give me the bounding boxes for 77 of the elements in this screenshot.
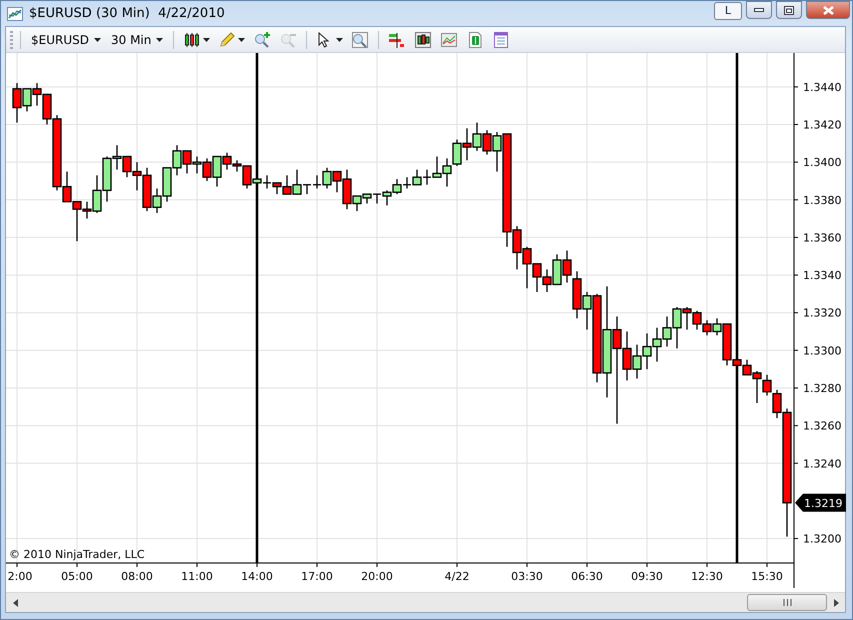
time-axis-label: 17:00: [301, 570, 333, 583]
time-axis-label: 20:00: [361, 570, 393, 583]
window-icon: [492, 30, 510, 48]
left-arrow-icon: [12, 598, 18, 606]
time-axis-label: 03:30: [511, 570, 543, 583]
candlestick-chart-icon: [414, 30, 432, 48]
time-axis-label: 2:00: [8, 570, 32, 583]
candlestick: [462, 128, 472, 160]
price-axis-label: 1.3420: [803, 118, 842, 132]
price-axis-label: 1.3300: [803, 344, 842, 358]
candlestick: [442, 158, 452, 187]
maximize-button[interactable]: [776, 1, 802, 19]
window-title: $EURUSD (30 Min) 4/22/2010: [29, 4, 225, 23]
price-axis-label: 1.3400: [803, 156, 842, 170]
candlestick: [632, 344, 642, 379]
pencil-icon: [218, 30, 236, 48]
price-axis-label: 1.3320: [803, 306, 842, 320]
maximize-icon: [784, 6, 794, 14]
time-axis-label: 14:00: [241, 570, 273, 583]
time-axis-label: 15:30: [751, 570, 783, 583]
candlestick: [192, 156, 202, 174]
candlestick: [702, 320, 712, 336]
close-icon: [822, 6, 834, 14]
candlestick: [652, 328, 662, 362]
price-axis-label: 1.3240: [803, 457, 842, 470]
candlestick: [122, 156, 132, 178]
instrument-dropdown[interactable]: $EURUSD: [28, 30, 104, 48]
price-axis-label: 1.3280: [803, 382, 842, 395]
candlestick: [392, 179, 402, 194]
caret-icon: [238, 38, 246, 42]
candlestick-icon: [183, 30, 202, 48]
candlestick: [552, 254, 562, 286]
time-axis-label: 11:00: [181, 570, 213, 583]
candlestick: [412, 170, 422, 186]
copyright-text: © 2010 NinjaTrader, LLC: [9, 548, 145, 561]
candlestick: [642, 333, 652, 370]
price-axis-label: 1.3260: [803, 420, 842, 433]
candlestick: [432, 156, 442, 178]
candlestick: [452, 140, 462, 166]
candlestick: [202, 158, 212, 181]
minimize-icon: [754, 8, 764, 12]
caret-icon: [94, 38, 101, 42]
right-arrow-icon: [834, 598, 838, 606]
price-axis-label: 1.3360: [803, 231, 842, 244]
candlestick: [172, 145, 182, 176]
candlestick: [662, 316, 672, 347]
caret-icon: [203, 38, 210, 42]
time-axis-label: 06:30: [571, 570, 603, 583]
candlestick: [472, 122, 482, 151]
line-chart-icon: [440, 30, 458, 48]
time-axis-label: 09:30: [631, 570, 663, 583]
candlestick: [692, 310, 702, 330]
interval-dropdown[interactable]: 30 Min: [108, 30, 166, 48]
price-marker: 1.3219: [795, 494, 846, 512]
time-axis-label: 08:00: [121, 570, 153, 583]
candlestick: [32, 83, 42, 106]
chart-window-icon: [7, 6, 23, 20]
link-button[interactable]: L: [714, 2, 742, 20]
candlestick: [542, 269, 552, 292]
candlestick: [182, 150, 192, 174]
bar-chart-icon: [388, 30, 406, 48]
candlestick: [162, 167, 172, 202]
price-axis-label: 1.3380: [803, 194, 842, 207]
time-axis-label: 05:00: [61, 570, 93, 583]
scrollbar-thumb[interactable]: [747, 594, 827, 611]
caret-icon: [156, 38, 164, 42]
price-axis-label: 1.3200: [803, 532, 842, 546]
close-button[interactable]: [806, 1, 850, 19]
time-axis-label: 4/22: [444, 570, 470, 583]
minimize-button[interactable]: [746, 1, 772, 19]
caret-icon: [336, 38, 344, 42]
price-axis-label: 1.3440: [803, 80, 842, 94]
price-axis-label: 1.3340: [803, 269, 842, 282]
zoom-in-icon: [253, 30, 272, 48]
time-axis-label: 12:30: [691, 570, 723, 583]
grip-icon: [782, 599, 792, 606]
search-icon: [351, 30, 370, 48]
